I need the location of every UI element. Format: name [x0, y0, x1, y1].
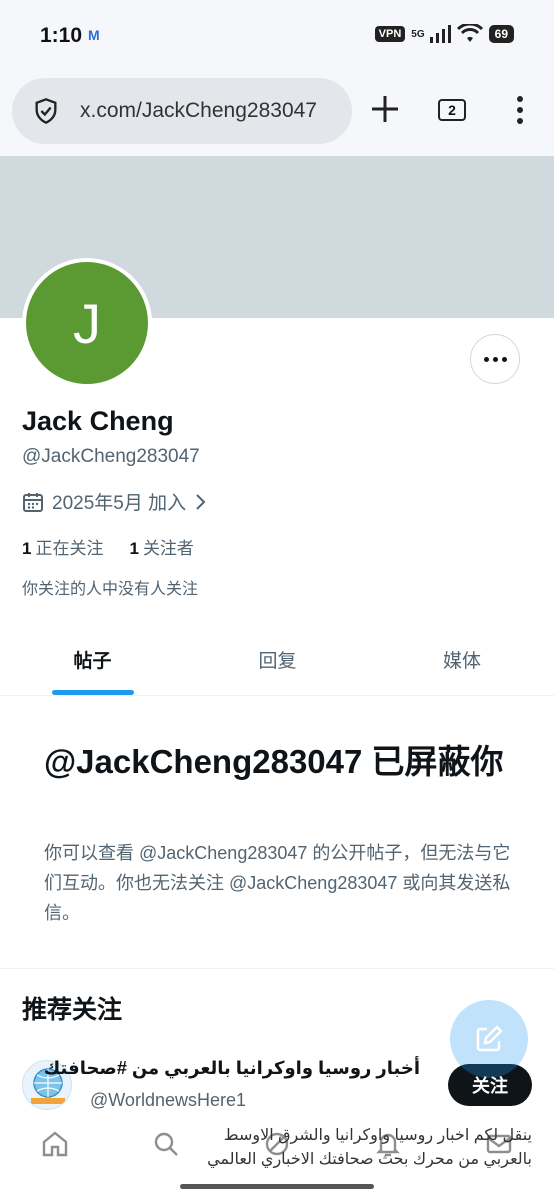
- browser-toolbar: x.com/JackCheng283047 2: [0, 72, 554, 156]
- grok-icon[interactable]: [262, 1129, 292, 1159]
- suggested-user-handle: @WorldnewsHere1: [90, 1090, 246, 1110]
- followers-link[interactable]: 1 关注者: [129, 534, 193, 559]
- blocked-title: @JackCheng283047 已屏蔽你: [44, 743, 504, 780]
- profile-tabs: 帖子 回复 媒体: [0, 624, 554, 696]
- compose-post-button[interactable]: [450, 1000, 528, 1078]
- browser-menu-icon[interactable]: [508, 94, 532, 126]
- address-bar[interactable]: x.com/JackCheng283047: [12, 78, 352, 144]
- more-options-button[interactable]: [470, 334, 520, 384]
- vpn-icon: VPN: [374, 26, 406, 42]
- tab-posts[interactable]: 帖子: [0, 624, 185, 695]
- calendar-icon: [23, 492, 43, 512]
- profile-name: Jack Cheng: [22, 406, 174, 436]
- tab-replies[interactable]: 回复: [185, 624, 370, 695]
- url-text[interactable]: x.com/JackCheng283047: [80, 99, 317, 123]
- blocked-description: 你可以查看 @JackCheng283047 的公开帖子，但无法与它们互动。你也…: [44, 843, 511, 923]
- section-divider: [0, 968, 554, 969]
- follow-stats: 1 正在关注 1 关注者: [22, 534, 194, 559]
- tab-media[interactable]: 媒体: [370, 624, 554, 695]
- profile-avatar[interactable]: J: [22, 258, 152, 388]
- active-tab-indicator: [52, 690, 134, 695]
- more-dot-icon: [501, 356, 507, 362]
- who-to-follow-title: 推荐关注: [22, 996, 123, 1024]
- mutual-followers-note: 你关注的人中没有人关注: [22, 581, 199, 598]
- chevron-right-icon: [196, 493, 206, 510]
- network-type: 5G: [411, 28, 425, 40]
- new-tab-plus-icon[interactable]: [368, 92, 402, 126]
- suggested-user-name[interactable]: أخبار روسيا واوكرانيا بالعربي من #صحافتك: [44, 1058, 420, 1079]
- tab-switcher-button[interactable]: 2: [438, 99, 466, 121]
- compose-icon: [476, 1025, 503, 1052]
- status-time: 1:10: [40, 24, 83, 47]
- more-dot-icon: [492, 356, 498, 362]
- signal-icon: [429, 25, 451, 43]
- status-indicators: VPN 5G 69: [374, 24, 514, 44]
- search-icon[interactable]: [151, 1129, 181, 1159]
- wifi-icon: [456, 24, 483, 42]
- shield-check-icon[interactable]: [32, 97, 60, 125]
- joined-date[interactable]: 2025年5月 加入: [22, 488, 206, 515]
- bottom-navigation: [0, 1116, 554, 1172]
- notifications-bell-icon[interactable]: [373, 1129, 403, 1159]
- gesture-navigation-bar[interactable]: [180, 1184, 374, 1189]
- gmail-notification-icon: M: [88, 27, 100, 43]
- joined-date-text: 2025年5月 加入: [52, 493, 187, 514]
- more-dot-icon: [483, 356, 489, 362]
- messages-icon[interactable]: [484, 1129, 514, 1159]
- following-link[interactable]: 1 正在关注: [22, 534, 103, 559]
- status-bar: 1:10 M VPN 5G 69: [0, 0, 554, 72]
- battery-icon: 69: [488, 25, 514, 43]
- profile-handle: @JackCheng283047: [22, 446, 200, 467]
- home-icon[interactable]: [40, 1129, 70, 1159]
